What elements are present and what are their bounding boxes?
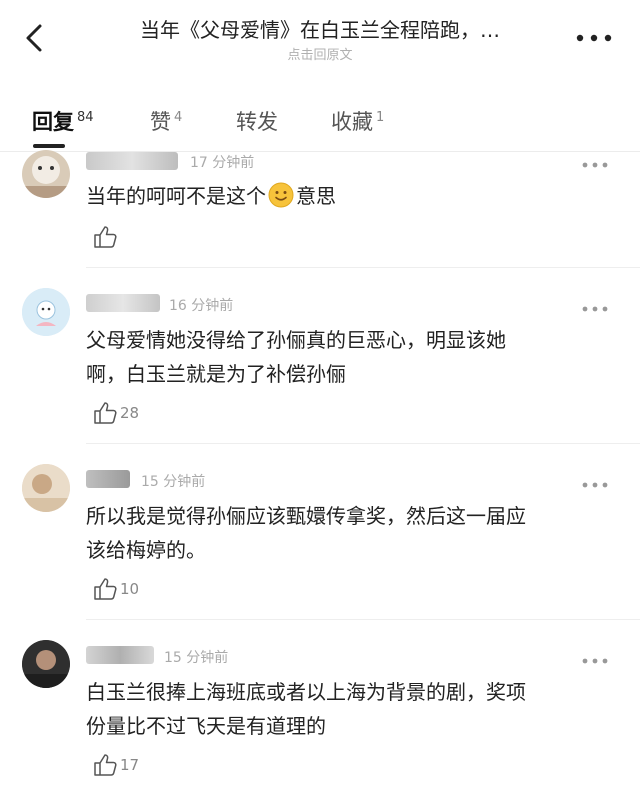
comment-time: 15 分钟前 bbox=[141, 474, 206, 490]
comment-text-line: 父母爱情她没得给了孙俪真的巨恶心，明显该她 bbox=[86, 328, 506, 352]
comment-more-button[interactable] bbox=[580, 300, 610, 312]
username[interactable] bbox=[86, 152, 178, 170]
avatar[interactable] bbox=[22, 150, 70, 198]
tab-label: 转发 bbox=[236, 110, 278, 134]
comment-more-button[interactable] bbox=[580, 652, 610, 664]
username[interactable] bbox=[86, 470, 130, 488]
comment-text-part: 意思 bbox=[296, 184, 336, 208]
thumbs-up-icon bbox=[94, 402, 117, 424]
comment-text: 白玉兰很捧上海班底或者以上海为背景的剧，奖项 份量比不过飞天是有道理的 bbox=[86, 675, 606, 743]
comment-item: 15 分钟前 白玉兰很捧上海班底或者以上海为背景的剧，奖项 份量比不过飞天是有道… bbox=[0, 622, 640, 790]
comment-text: 父母爱情她没得给了孙俪真的巨恶心，明显该她 啊，白玉兰就是为了补偿孙俪 bbox=[86, 323, 606, 391]
page-title: 当年《父母爱情》在白玉兰全程陪跑，… bbox=[140, 18, 500, 42]
top-bar: 当年《父母爱情》在白玉兰全程陪跑，… 点击回原文 bbox=[0, 0, 640, 80]
username[interactable] bbox=[86, 646, 154, 664]
like-button[interactable] bbox=[92, 224, 118, 250]
chevron-left-icon bbox=[26, 24, 42, 52]
like-button[interactable]: 17 bbox=[92, 752, 139, 778]
comment-item: 16 分钟前 父母爱情她没得给了孙俪真的巨恶心，明显该她 啊，白玉兰就是为了补偿… bbox=[0, 270, 640, 446]
more-horizontal-icon bbox=[582, 482, 608, 488]
comment-text-line: 所以我是觉得孙俪应该甄嬛传拿奖，然后这一届应 bbox=[86, 504, 526, 528]
back-button[interactable] bbox=[18, 18, 54, 58]
tab-count: 1 bbox=[376, 110, 385, 125]
comment-text-line: 该给梅婷的。 bbox=[86, 538, 206, 562]
like-button[interactable]: 28 bbox=[92, 400, 139, 426]
comment-time: 17 分钟前 bbox=[190, 155, 255, 171]
smile-emoji-icon bbox=[268, 182, 294, 208]
divider bbox=[86, 267, 640, 268]
more-button[interactable] bbox=[572, 26, 616, 50]
comment-text: 当年的呵呵不是这个 意思 bbox=[86, 179, 606, 213]
more-horizontal-icon bbox=[576, 34, 612, 42]
tab-replies[interactable]: 回复 84 bbox=[32, 106, 94, 136]
active-tab-indicator bbox=[33, 144, 65, 148]
avatar[interactable] bbox=[22, 288, 70, 336]
divider bbox=[86, 619, 640, 620]
divider bbox=[86, 443, 640, 444]
thumbs-up-icon bbox=[94, 578, 117, 600]
comment-item: 15 分钟前 所以我是觉得孙俪应该甄嬛传拿奖，然后这一届应 该给梅婷的。 10 bbox=[0, 446, 640, 622]
tab-likes[interactable]: 赞4 bbox=[150, 106, 182, 136]
thumbs-up-icon bbox=[94, 226, 117, 248]
comment-text: 所以我是觉得孙俪应该甄嬛传拿奖，然后这一届应 该给梅婷的。 bbox=[86, 499, 606, 567]
comment-text-part: 当年的呵呵不是这个 bbox=[86, 184, 266, 208]
thumbs-up-icon bbox=[94, 754, 117, 776]
comment-text-line: 白玉兰很捧上海班底或者以上海为背景的剧，奖项 bbox=[86, 680, 526, 704]
like-count: 28 bbox=[120, 404, 140, 422]
tab-favorites[interactable]: 收藏 1 bbox=[331, 106, 384, 136]
tab-count: 4 bbox=[174, 110, 183, 125]
tab-reposts[interactable]: 转发 bbox=[236, 106, 278, 136]
more-horizontal-icon bbox=[582, 162, 608, 168]
like-count: 17 bbox=[120, 756, 140, 774]
avatar[interactable] bbox=[22, 640, 70, 688]
comment-item: 17 分钟前 当年的呵呵不是这个 意思 bbox=[0, 150, 640, 270]
tab-label: 赞 bbox=[150, 110, 171, 134]
comment-more-button[interactable] bbox=[580, 476, 610, 488]
tab-bar: 回复 84 赞4 转发 收藏 1 bbox=[0, 96, 640, 152]
tab-count: 84 bbox=[77, 110, 94, 125]
more-horizontal-icon bbox=[582, 658, 608, 664]
comment-time: 16 分钟前 bbox=[169, 298, 234, 314]
comment-text-line: 份量比不过飞天是有道理的 bbox=[86, 714, 326, 738]
username[interactable] bbox=[86, 294, 160, 312]
more-horizontal-icon bbox=[582, 306, 608, 312]
avatar[interactable] bbox=[22, 464, 70, 512]
back-to-original-link[interactable]: 点击回原文 bbox=[100, 44, 540, 63]
tab-label: 回复 bbox=[32, 110, 74, 134]
comment-time: 15 分钟前 bbox=[164, 650, 229, 666]
like-button[interactable]: 10 bbox=[92, 576, 139, 602]
comment-more-button[interactable] bbox=[580, 156, 610, 168]
comment-text-line: 啊，白玉兰就是为了补偿孙俪 bbox=[86, 362, 346, 386]
tab-label: 收藏 bbox=[331, 110, 373, 134]
like-count: 10 bbox=[120, 580, 140, 598]
